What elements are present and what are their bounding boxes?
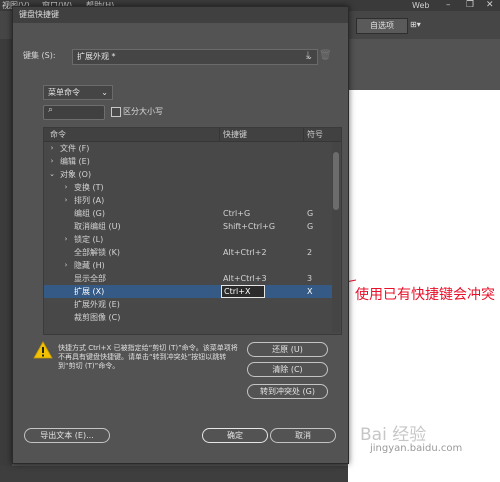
table-row[interactable]: › 锁定 (L) — [44, 233, 332, 246]
ok-button[interactable]: 确定 — [202, 428, 268, 443]
shortcut-set-value: 扩展外观 * — [77, 52, 116, 61]
table-row[interactable]: › 变换 (T) — [44, 181, 332, 194]
symbol-value[interactable]: 2 — [307, 246, 312, 259]
table-row[interactable]: › 隐藏 (H) — [44, 259, 332, 272]
command-name: 变换 (T) — [74, 183, 104, 192]
table-row[interactable]: 裁剪图像 (C) — [44, 311, 332, 324]
command-name: 文件 (F) — [60, 144, 90, 153]
column-divider — [219, 128, 220, 141]
cancel-button[interactable]: 取消 — [270, 428, 336, 443]
shortcut-table: 命令 快捷键 符号 › 文件 (F) › 编辑 (E) ⌄ 对象 (O) › 变换 (T) › 排… — [43, 127, 342, 335]
symbol-value[interactable]: X — [307, 285, 312, 298]
case-sensitive-label: 区分大小写 — [123, 107, 163, 116]
table-row[interactable]: ⌄ 对象 (O) — [44, 168, 332, 181]
chevron-down-icon: ⌄ — [101, 88, 108, 97]
search-input[interactable]: ⌕ — [43, 105, 105, 120]
expand-right-icon[interactable]: › — [62, 259, 70, 272]
command-name: 排列 (A) — [74, 196, 105, 205]
command-name: 裁剪图像 (C) — [74, 313, 121, 322]
command-type-value: 菜单命令 — [48, 88, 80, 97]
column-symbol[interactable]: 符号 — [307, 128, 323, 141]
watermark-url: jingyan.baidu.com — [370, 443, 463, 454]
table-row[interactable]: 全部解锁 (K) Alt+Ctrl+2 2 — [44, 246, 332, 259]
command-name: 锁定 (L) — [74, 235, 104, 244]
command-type-select[interactable]: 菜单命令 ⌄ — [43, 85, 113, 100]
scrollbar-thumb[interactable] — [333, 152, 339, 210]
expand-down-icon[interactable]: ⌄ — [48, 168, 56, 181]
conflict-warning-text: 快捷方式 Ctrl+X 已被指定给“剪切 (T)”命令。该菜单项将不再具有键盘快… — [58, 344, 238, 370]
command-name: 对象 (O) — [60, 170, 92, 179]
command-name: 全部解锁 (K) — [74, 248, 121, 257]
column-command[interactable]: 命令 — [50, 128, 66, 141]
command-name: 编组 (G) — [74, 209, 105, 218]
save-set-icon[interactable]: ⤓ — [302, 50, 314, 62]
dialog-title: 键盘快捷键 — [19, 10, 59, 19]
table-row[interactable]: › 编辑 (E) — [44, 155, 332, 168]
table-row[interactable]: 取消编组 (U) Shift+Ctrl+G G — [44, 220, 332, 233]
shortcut-value[interactable]: Alt+Ctrl+2 — [223, 246, 267, 259]
table-header: 命令 快捷键 符号 — [44, 128, 341, 142]
watermark-brand: Bai 经验 — [360, 425, 427, 445]
command-name: 扩展外观 (E) — [74, 300, 120, 309]
search-icon: ⌕ — [48, 105, 54, 115]
keyboard-shortcuts-dialog: 键盘快捷键 键集 (S): 扩展外观 * ⌄ ⤓ 🗑 菜单命令 ⌄ ⌕ 区分大小… — [12, 6, 349, 464]
warning-icon — [33, 341, 53, 359]
command-name: 编辑 (E) — [60, 157, 90, 166]
expand-right-icon[interactable]: › — [48, 155, 56, 168]
symbol-value[interactable]: G — [307, 207, 313, 220]
command-name: 取消编组 (U) — [74, 222, 121, 231]
symbol-value[interactable]: G — [307, 220, 313, 233]
column-divider — [303, 128, 304, 141]
expand-right-icon[interactable]: › — [48, 142, 56, 155]
column-shortcut[interactable]: 快捷键 — [223, 128, 247, 141]
command-name: 隐藏 (H) — [74, 261, 105, 270]
set-label: 键集 (S): — [23, 51, 56, 60]
table-scrollbar[interactable] — [332, 142, 340, 332]
table-row[interactable]: 扩展 (X) Ctrl+X X — [44, 285, 332, 298]
undo-button[interactable]: 还原 (U) — [247, 342, 328, 357]
table-row[interactable]: 扩展外观 (E) — [44, 298, 332, 311]
table-row[interactable]: › 排列 (A) — [44, 194, 332, 207]
table-row[interactable]: › 文件 (F) — [44, 142, 332, 155]
shortcut-set-select[interactable]: 扩展外观 * ⌄ — [72, 49, 318, 65]
annotation-text: 使用已有快捷键会冲突 — [355, 287, 495, 303]
go-to-conflict-button[interactable]: 转到冲突处 (G) — [247, 384, 328, 399]
expand-right-icon[interactable]: › — [62, 181, 70, 194]
shortcut-value[interactable]: Shift+Ctrl+G — [223, 220, 275, 233]
shortcut-edit-field[interactable]: Ctrl+X — [221, 285, 265, 298]
export-text-button[interactable]: 导出文本 (E)... — [24, 428, 110, 443]
expand-right-icon[interactable]: › — [62, 233, 70, 246]
dialog-titlebar[interactable]: 键盘快捷键 — [13, 7, 348, 23]
case-sensitive-checkbox[interactable] — [111, 107, 121, 117]
table-row[interactable]: 编组 (G) Ctrl+G G — [44, 207, 332, 220]
command-name: 扩展 (X) — [74, 287, 105, 296]
clear-button[interactable]: 清除 (C) — [247, 362, 328, 377]
command-name: 显示全部 — [74, 274, 106, 283]
expand-right-icon[interactable]: › — [62, 194, 70, 207]
table-row[interactable]: 显示全部 Alt+Ctrl+3 3 — [44, 272, 332, 285]
shortcut-value[interactable]: Ctrl+G — [223, 207, 250, 220]
symbol-value[interactable]: 3 — [307, 272, 312, 285]
shortcut-value[interactable]: Alt+Ctrl+3 — [223, 272, 267, 285]
delete-set-icon[interactable]: 🗑 — [319, 50, 332, 62]
